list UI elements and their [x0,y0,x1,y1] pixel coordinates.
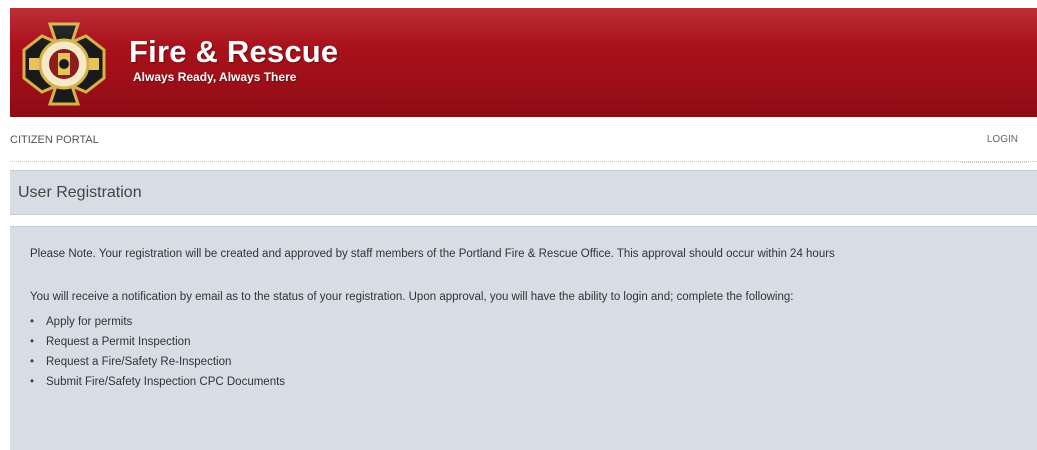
page-title: User Registration [18,184,142,201]
notification-text: You will receive a notification by email… [30,291,794,303]
nav-divider [10,161,1037,162]
page-heading-bar: User Registration [10,170,1037,215]
citizen-portal-link[interactable]: CITIZEN PORTAL [10,134,99,146]
list-item-text: Request a Permit Inspection [46,336,191,348]
approval-note: Please Note. Your registration will be c… [30,248,835,260]
registration-info-panel: Please Note. Your registration will be c… [10,226,1037,450]
list-item: • Request a Permit Inspection [30,336,191,348]
list-item: • Request a Fire/Safety Re-Inspection [30,356,232,368]
available-actions-list: • Apply for permits • Request a Permit Ins… [30,316,285,396]
fire-rescue-badge-icon [22,22,106,106]
site-title: Fire & Rescue [129,34,339,69]
site-header: Fire & Rescue Always Ready, Always There [10,8,1037,117]
login-link[interactable]: LOGIN [987,134,1018,145]
site-tagline: Always Ready, Always There [133,70,297,84]
top-nav: CITIZEN PORTAL LOGIN [10,117,1037,163]
list-item-text: Apply for permits [46,316,133,328]
list-item: • Apply for permits [30,316,133,328]
list-item-text: Request a Fire/Safety Re-Inspection [46,356,232,368]
list-item: • Submit Fire/Safety Inspection CPC Docum… [30,376,286,388]
list-item-text: Submit Fire/Safety Inspection CPC Docume… [46,376,286,388]
